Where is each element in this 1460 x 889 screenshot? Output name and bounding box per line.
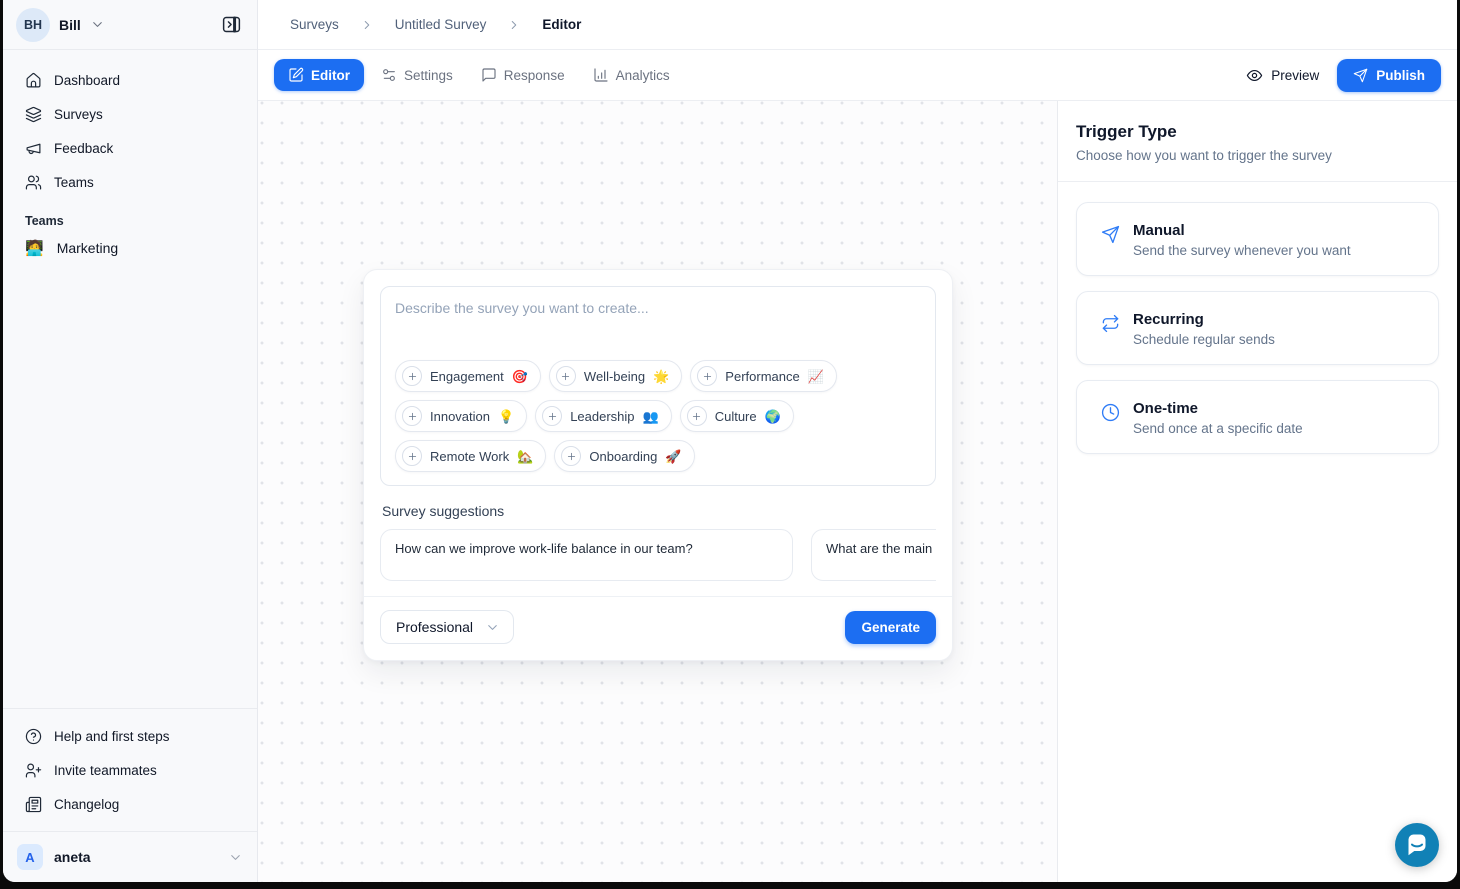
- users-icon: [25, 174, 42, 191]
- header-actions: Preview Publish: [1246, 59, 1441, 92]
- layers-icon: [25, 106, 42, 123]
- panel-subtitle: Choose how you want to trigger the surve…: [1076, 148, 1433, 163]
- survey-prompt-input[interactable]: Describe the survey you want to create..…: [380, 286, 936, 486]
- megaphone-icon: [25, 140, 42, 157]
- trigger-options: Manual Send the survey whenever you want…: [1058, 182, 1457, 489]
- app-window: BH Bill Dashboard Surveys: [3, 0, 1457, 882]
- workspace-name: Bill: [59, 17, 81, 33]
- content-area: Describe the survey you want to create..…: [258, 101, 1457, 882]
- plus-icon: [542, 406, 562, 426]
- clock-icon: [1101, 403, 1120, 422]
- eye-icon: [1246, 67, 1263, 84]
- teams-section-label: Teams: [3, 214, 257, 228]
- repeat-icon: [1101, 314, 1120, 333]
- preview-button[interactable]: Preview: [1246, 67, 1319, 84]
- topic-chips: Engagement 🎯 Well-being 🌟: [395, 360, 921, 472]
- breadcrumb-surveys[interactable]: Surveys: [290, 17, 339, 32]
- sidebar-item-marketing[interactable]: 🧑‍💻 Marketing: [15, 234, 245, 262]
- square-pen-icon: [288, 67, 304, 83]
- sliders-icon: [381, 67, 397, 83]
- generate-button[interactable]: Generate: [845, 611, 936, 644]
- message-square-icon: [481, 67, 497, 83]
- panel-toggle-icon: [221, 14, 242, 35]
- survey-suggestions: How can we improve work-life balance in …: [380, 529, 936, 581]
- plus-icon: [402, 446, 422, 466]
- sidebar-item-feedback[interactable]: Feedback: [15, 131, 245, 165]
- tab-settings[interactable]: Settings: [370, 59, 464, 91]
- account-avatar: A: [17, 844, 43, 870]
- trigger-option-recurring[interactable]: Recurring Schedule regular sends: [1076, 291, 1439, 365]
- trigger-option-one-time[interactable]: One-time Send once at a specific date: [1076, 380, 1439, 454]
- main-area: Surveys Untitled Survey Editor Editor Se…: [258, 0, 1457, 882]
- tab-analytics[interactable]: Analytics: [582, 59, 681, 91]
- newspaper-icon: [25, 796, 42, 813]
- breadcrumb-editor: Editor: [542, 17, 581, 32]
- chevron-right-icon: [360, 18, 374, 32]
- sidebar-footer-item-help-and-first-steps[interactable]: Help and first steps: [15, 719, 245, 753]
- survey-suggestions-label: Survey suggestions: [382, 503, 934, 519]
- home-icon: [25, 72, 42, 89]
- prompt-placeholder: Describe the survey you want to create..…: [395, 300, 921, 316]
- workspace-switcher[interactable]: BH Bill: [16, 8, 105, 42]
- sidebar-item-surveys[interactable]: Surveys: [15, 97, 245, 131]
- chat-launcher-button[interactable]: [1395, 823, 1439, 867]
- account-name: aneta: [54, 849, 91, 865]
- help-circle-icon: [25, 728, 42, 745]
- sidebar-footer-nav: Help and first steps Invite teammates Ch…: [3, 708, 257, 831]
- sidebar-spacer: [3, 262, 257, 708]
- plus-icon: [402, 406, 422, 426]
- plus-icon: [561, 446, 581, 466]
- marketing-team-emoji: 🧑‍💻: [25, 241, 44, 256]
- account-menu[interactable]: A aneta: [3, 831, 257, 882]
- sidebar-toggle-button[interactable]: [217, 11, 245, 39]
- survey-suggestion[interactable]: How can we improve work-life balance in …: [380, 529, 793, 581]
- sidebar-item-teams[interactable]: Teams: [15, 165, 245, 199]
- sidebar-item-dashboard[interactable]: Dashboard: [15, 63, 245, 97]
- plus-icon: [697, 366, 717, 386]
- breadcrumb-untitled-survey[interactable]: Untitled Survey: [395, 17, 487, 32]
- trigger-type-panel: Trigger Type Choose how you want to trig…: [1057, 101, 1457, 882]
- tab-editor[interactable]: Editor: [274, 59, 364, 91]
- panel-title: Trigger Type: [1076, 122, 1433, 142]
- tab-response[interactable]: Response: [470, 59, 576, 91]
- tabs: Editor Settings Response Analyti: [274, 59, 681, 91]
- marketing-team-label: Marketing: [57, 240, 118, 256]
- chevron-right-icon: [507, 18, 521, 32]
- survey-suggestion[interactable]: What are the main ob: [811, 529, 936, 581]
- topic-chip-well-being[interactable]: Well-being 🌟: [549, 360, 682, 392]
- send-icon: [1353, 68, 1368, 83]
- tab-bar: Editor Settings Response Analyti: [258, 50, 1457, 101]
- tone-select[interactable]: Professional: [380, 610, 514, 644]
- topic-chip-innovation[interactable]: Innovation 💡: [395, 400, 527, 432]
- plus-icon: [687, 406, 707, 426]
- survey-generator-card: Describe the survey you want to create..…: [363, 269, 953, 661]
- trigger-option-manual[interactable]: Manual Send the survey whenever you want: [1076, 202, 1439, 276]
- topic-chip-remote-work[interactable]: Remote Work 🏡: [395, 440, 546, 472]
- chevron-down-icon: [90, 17, 105, 32]
- chat-bubble-icon: [1395, 823, 1439, 867]
- sidebar-footer-item-invite-teammates[interactable]: Invite teammates: [15, 753, 245, 787]
- breadcrumb: Surveys Untitled Survey Editor: [258, 0, 1457, 50]
- topic-chip-culture[interactable]: Culture 🌍: [680, 400, 794, 432]
- sidebar-header: BH Bill: [3, 0, 257, 50]
- chevron-down-icon: [228, 850, 243, 865]
- publish-button[interactable]: Publish: [1337, 59, 1441, 92]
- sidebar-nav: Dashboard Surveys Feedback Teams: [3, 50, 257, 199]
- chevron-down-icon: [485, 620, 500, 635]
- editor-canvas: Describe the survey you want to create..…: [258, 101, 1057, 882]
- plus-icon: [556, 366, 576, 386]
- topic-chip-performance[interactable]: Performance 📈: [690, 360, 837, 392]
- trigger-panel-header: Trigger Type Choose how you want to trig…: [1058, 101, 1457, 182]
- send-icon: [1101, 225, 1120, 244]
- generator-footer: Professional Generate: [380, 597, 936, 644]
- sidebar: BH Bill Dashboard Surveys: [3, 0, 258, 882]
- sidebar-footer-item-changelog[interactable]: Changelog: [15, 787, 245, 821]
- topic-chip-onboarding[interactable]: Onboarding 🚀: [554, 440, 694, 472]
- workspace-avatar: BH: [16, 8, 50, 42]
- plus-icon: [402, 366, 422, 386]
- topic-chip-engagement[interactable]: Engagement 🎯: [395, 360, 541, 392]
- bar-chart-icon: [593, 67, 609, 83]
- topic-chip-leadership[interactable]: Leadership 👥: [535, 400, 672, 432]
- user-plus-icon: [25, 762, 42, 779]
